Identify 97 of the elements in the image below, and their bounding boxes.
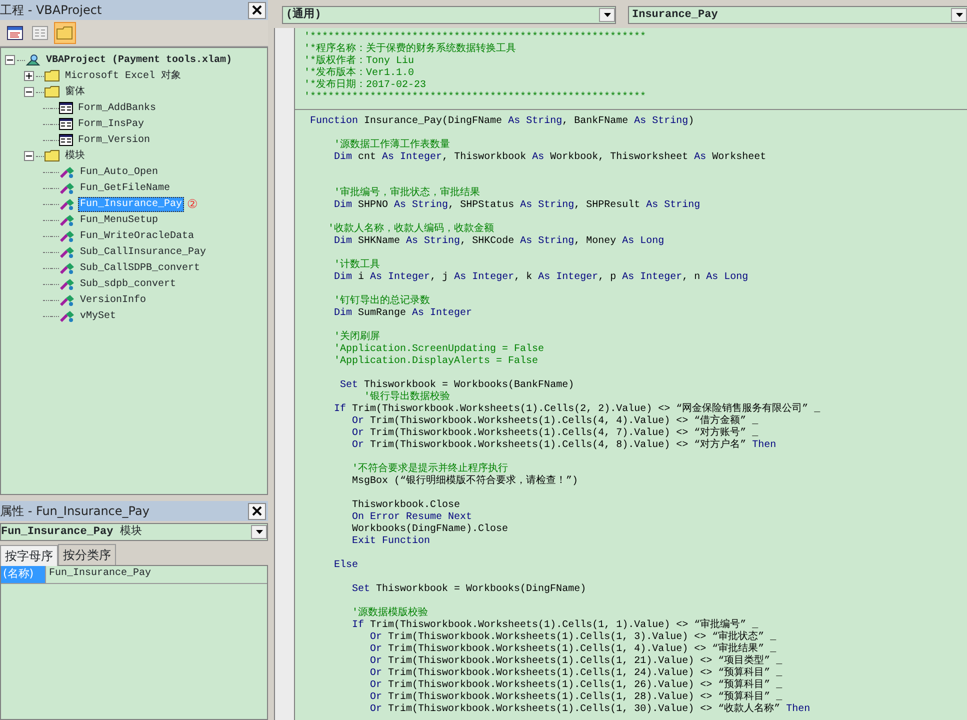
panel-title: 工程 - VBAProject	[0, 2, 102, 19]
close-icon	[252, 506, 262, 516]
module-icon	[59, 278, 75, 290]
code-comment: '钉钉导出的总记录数	[334, 296, 430, 307]
tab[interactable]: 按字母序	[0, 545, 58, 566]
expand-icon[interactable]	[24, 71, 34, 81]
code-line: Or Trim(Thisworkbook.Worksheets(1).Cells(1, 3).Value) <> “审批状态” _	[370, 632, 776, 643]
code-line: Or Trim(Thisworkbook.Worksheets(1).Cells(1, 4).Value) <> “审批结果” _	[370, 644, 776, 655]
tree-item[interactable]: Microsoft Excel 对象	[63, 68, 184, 84]
collapse-icon[interactable]	[5, 55, 15, 65]
code-line: Dim cnt As Integer, Thisworkbook As Workbook, Thisworksheet As Worksheet	[334, 152, 766, 163]
module-icon	[59, 246, 75, 258]
close-icon	[252, 5, 262, 15]
tree-item[interactable]: Form_Version	[76, 132, 152, 148]
collapse-icon[interactable]	[24, 87, 34, 97]
code-line: Or Trim(Thisworkbook.Worksheets(1).Cells(4, 8).Value) <> “对方户名” Then	[352, 440, 776, 451]
close-button[interactable]	[248, 502, 266, 520]
code-line: On Error Resume Next	[352, 512, 472, 523]
project-icon	[25, 53, 41, 67]
code-line: Dim SumRange As Integer	[334, 308, 472, 319]
code-line: Workbooks(DingFName).Close	[352, 524, 508, 535]
code-line: Or Trim(Thisworkbook.Worksheets(1).Cells(1, 24).Value) <> “预算科目” _	[370, 668, 782, 679]
code-line: Or Trim(Thisworkbook.Worksheets(1).Cells(4, 7).Value) <> “对方账号” _	[352, 428, 758, 439]
module-icon	[59, 262, 75, 274]
caret-icon	[956, 13, 962, 17]
code-line: Or Trim(Thisworkbook.Worksheets(1).Cells(1, 21).Value) <> “项目类型” _	[370, 656, 782, 667]
code-comment: 'Application.DisplayAlerts = False	[334, 356, 538, 367]
code-comment: '*发布版本：Ver1.1.0	[304, 68, 414, 79]
code-comment: '计数工具	[334, 260, 380, 271]
code-line: Dim i As Integer, j As Integer, k As Integer, p As Integer, n As Long	[334, 272, 748, 283]
collapse-icon[interactable]	[24, 151, 34, 161]
code-comment: '*程序名称：关于保费的财务系统数据转换工具	[304, 44, 516, 55]
code-line: Or Trim(Thisworkbook.Worksheets(1).Cells(1, 26).Value) <> “预算科目” _	[370, 680, 782, 691]
property-value[interactable]: Fun_Insurance_Pay	[45, 566, 267, 582]
tree-item[interactable]: VBAProject (Payment tools.xlam)	[44, 52, 234, 68]
tree-item[interactable]: VersionInfo	[78, 292, 148, 308]
code-line: MsgBox (“银行明细模版不符合要求，请检查！”)	[352, 476, 578, 487]
close-button[interactable]	[248, 2, 266, 18]
tree-item[interactable]: Sub_sdpb_convert	[78, 276, 178, 292]
code-line: Or Trim(Thisworkbook.Worksheets(1).Cells(1, 28).Value) <> “预算科目” _	[370, 692, 782, 703]
folder-icon[interactable]	[54, 22, 76, 44]
tree-item[interactable]: Sub_CallInsurance_Pay	[78, 244, 208, 260]
code-comment: '********************************************************	[304, 32, 646, 43]
module-icon	[59, 310, 75, 322]
code-line: If Trim(Thisworkbook.Worksheets(1).Cells(2, 2).Value) <> “网金保险销售服务有限公司” _	[334, 404, 820, 415]
folder-icon	[44, 86, 60, 98]
code-comment: '********************************************************	[304, 92, 646, 103]
folder-icon	[44, 150, 60, 162]
code-line: Set Thisworkbook = Workbooks(DingFName)	[352, 584, 586, 595]
code-comment: '银行导出数据校验	[364, 392, 450, 403]
code-line: Exit Function	[352, 536, 430, 547]
code-line: Thisworkbook.Close	[352, 500, 460, 511]
code-line: Dim SHKName As String, SHKCode As String, Money As Long	[334, 236, 664, 247]
module-icon	[59, 166, 75, 178]
object-dropdown[interactable]: (通用)	[282, 6, 616, 24]
code-line: Or Trim(Thisworkbook.Worksheets(1).Cells(4, 4).Value) <> “借方金额” _	[352, 416, 758, 427]
code-line: Dim SHPNO As String, SHPStatus As String, SHPResult As String	[334, 200, 700, 211]
folder-icon	[44, 70, 60, 82]
code-comment: 'Application.ScreenUpdating = False	[334, 344, 544, 355]
code-comment: '审批编号，审批状态，审批结果	[334, 188, 480, 199]
procedure-dropdown[interactable]: Insurance_Pay	[628, 6, 967, 24]
tree-item[interactable]: Sub_CallSDPB_convert	[78, 260, 202, 276]
module-icon	[59, 230, 75, 242]
code-comment: '关闭刷屏	[334, 332, 380, 343]
object-dropdown[interactable]: Fun_Insurance_Pay 模块	[0, 523, 268, 541]
code-comment: '*版权作者：Tony Liu	[304, 56, 414, 67]
code-line: If Trim(Thisworkbook.Worksheets(1).Cells(1, 1).Value) <> “审批编号” _	[352, 620, 758, 631]
code-line: Or Trim(Thisworkbook.Worksheets(1).Cells(1, 30).Value) <> “收款人名称” Then	[370, 704, 810, 715]
tree-item[interactable]: Form_InsPay	[76, 116, 146, 132]
callout-number: ②	[187, 198, 198, 210]
module-icon	[59, 214, 75, 226]
tree-item[interactable]: Fun_WriteOracleData	[78, 228, 196, 244]
code-comment: '源数据工作薄工作表数量	[334, 140, 450, 151]
tree-item[interactable]: Fun_MenuSetup	[78, 212, 160, 228]
module-icon	[59, 182, 75, 194]
form-icon	[59, 118, 73, 130]
caret-icon	[256, 530, 262, 534]
code-comment: '收款人名称，收款人编码，收款金额	[328, 224, 494, 235]
code-line: Function Insurance_Pay(DingFName As String, BankFName As String)	[310, 116, 694, 127]
code-comment: '源数据模版校验	[352, 608, 428, 619]
code-comment: '*发布日期：2017-02-23	[304, 80, 426, 91]
code-line: Set Thisworkbook = Workbooks(BankFName)	[340, 380, 574, 391]
module-icon	[59, 294, 75, 306]
caret-icon	[604, 13, 610, 17]
form-icon	[59, 134, 73, 146]
tree-item[interactable]: Fun_Auto_Open	[78, 164, 160, 180]
module-icon	[59, 198, 75, 210]
form-icon	[59, 102, 73, 114]
tree-item[interactable]: Fun_GetFileName	[78, 180, 172, 196]
tree-item[interactable]: 模块	[63, 148, 87, 164]
tab[interactable]: 按分类序	[58, 544, 116, 565]
code-line: Else	[334, 560, 358, 571]
code-comment: '不符合要求是提示并终止程序执行	[352, 464, 508, 475]
tree-item[interactable]: 窗体	[63, 84, 87, 100]
tree-item[interactable]: Form_AddBanks	[76, 100, 158, 116]
tree-item[interactable]: vMySet	[78, 308, 118, 324]
panel-title: 属性 - Fun_Insurance_Pay	[0, 503, 150, 520]
